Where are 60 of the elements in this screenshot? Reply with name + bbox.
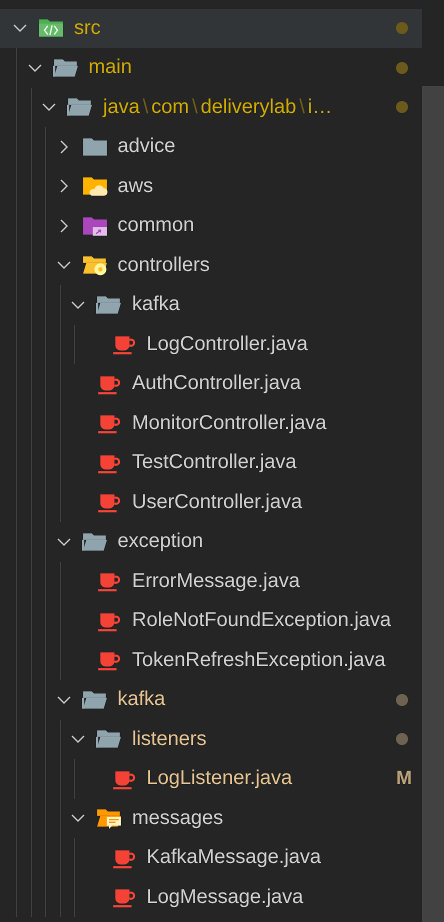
tree-row[interactable]: AuthController.java [0, 364, 422, 404]
tree-row[interactable]: aws [0, 166, 422, 206]
folder-icon [52, 56, 78, 79]
cloud-folder-icon [82, 175, 108, 198]
folder-path: java\com\deliverylab\i… [103, 96, 332, 119]
tree-row[interactable]: common [0, 206, 422, 246]
file-name: ErrorMessage.java [132, 570, 300, 593]
tree-row[interactable]: TestController.java [0, 443, 422, 482]
tree-row[interactable]: LogController.java [0, 324, 422, 364]
folder-name: listeners [132, 728, 206, 751]
tree-row[interactable]: listeners [0, 720, 422, 759]
file-name: AuthController.java [132, 372, 301, 396]
folder-icon [82, 136, 108, 158]
folder-icon [82, 688, 108, 711]
tree-row[interactable]: LogListener.java M [0, 759, 422, 798]
file-name: MonitorController.java [132, 412, 327, 435]
gear-folder-icon [82, 254, 108, 276]
tree-row[interactable]: LogMessage.java [0, 878, 422, 917]
code-folder-icon [38, 17, 64, 40]
file-name: UserController.java [132, 490, 302, 514]
tree-row[interactable]: java\com\deliverylab\i… [0, 88, 422, 127]
shared-folder-icon [82, 214, 108, 237]
file-name: KafkaMessage.java [146, 846, 322, 870]
tree-row[interactable]: kafka [0, 680, 422, 720]
file-name: TokenRefreshException.java [132, 648, 386, 672]
folder-icon [96, 728, 122, 750]
tree-row[interactable]: kafka [0, 285, 422, 324]
tree-row[interactable]: UserController.java [0, 482, 422, 522]
folder-name: main [88, 56, 132, 80]
folder-icon [82, 530, 108, 553]
folder-name: aws [118, 174, 154, 198]
folder-name: src [74, 16, 101, 40]
file-name: TestController.java [132, 451, 297, 474]
file-name: LogListener.java [146, 767, 292, 790]
scrollbar[interactable] [422, 86, 444, 922]
file-name: RoleNotFoundException.java [132, 609, 392, 632]
folder-icon [96, 294, 122, 316]
folder-name: advice [118, 135, 176, 158]
folder-name: controllers [118, 254, 210, 277]
folder-icon [67, 96, 93, 118]
tree-row[interactable]: exception [0, 522, 422, 562]
tree-row[interactable]: TokenRefreshException.java [0, 640, 422, 680]
tree-row[interactable]: RoleNotFoundException.java [0, 601, 422, 640]
tree-row[interactable]: KafkaMessage.java [0, 838, 422, 878]
chat-folder-icon [96, 807, 122, 830]
tree-row[interactable]: MonitorController.java [0, 404, 422, 443]
tree-row[interactable]: ErrorMessage.java [0, 562, 422, 601]
tree-row[interactable]: main [0, 48, 422, 88]
folder-name: exception [118, 530, 204, 554]
folder-name: kafka [118, 688, 166, 712]
tree-row[interactable]: messages [0, 798, 422, 838]
tree-row[interactable]: src [0, 8, 422, 48]
tree-row[interactable]: controllers [0, 246, 422, 285]
tree-row[interactable]: advice [0, 127, 422, 166]
folder-name: kafka [132, 293, 180, 316]
git-status: M [396, 768, 412, 790]
folder-name: messages [132, 806, 224, 830]
folder-name: common [118, 214, 194, 238]
file-name: LogController.java [146, 332, 308, 356]
file-name: LogMessage.java [146, 886, 304, 909]
